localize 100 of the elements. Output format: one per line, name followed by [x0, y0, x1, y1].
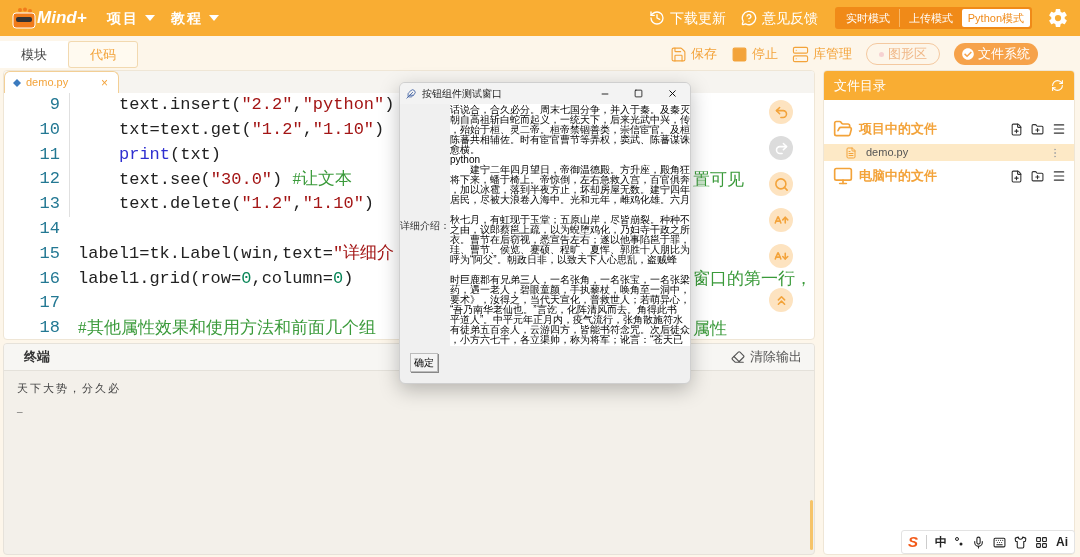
text-line: ，小方六七千，各立渠帅，称为将军；讹言：“苍天已	[450, 335, 685, 345]
stop-icon	[731, 45, 748, 63]
toolbar-button[interactable]: 库管理	[792, 44, 852, 64]
microphone-icon[interactable]	[972, 535, 985, 549]
text-line: 有徒弟五百余人，云游四方，皆能书符念咒。次后徒众	[450, 325, 690, 335]
file-icon	[845, 146, 857, 159]
code-text: print(txt)	[118, 143, 222, 166]
code-text: 属性	[693, 320, 727, 339]
file-tab-label: demo.py	[26, 75, 69, 91]
close-tab-button[interactable]: ×	[101, 73, 108, 92]
line-number: 17	[39, 292, 61, 315]
ime-logo[interactable]: S	[908, 530, 918, 554]
toolbar-button[interactable]: 保存	[670, 44, 717, 64]
keyboard-icon[interactable]	[993, 535, 1006, 549]
line-number: 12	[39, 168, 61, 191]
line-number: 14	[39, 218, 61, 240]
search-icon	[773, 176, 789, 192]
maximize-icon[interactable]	[634, 89, 643, 98]
code-text: label1=tk.Label(win,text="详细介	[77, 242, 395, 265]
text-area[interactable]	[450, 104, 690, 346]
mode-tab[interactable]: 上传模式	[898, 9, 962, 27]
line-number: 15	[39, 242, 61, 265]
menu-icon[interactable]	[1052, 169, 1066, 183]
line-number: 13	[39, 193, 61, 216]
files-panel-title: 文件目录	[834, 76, 886, 95]
terminal-cursor: _	[17, 399, 24, 415]
header-link[interactable]: 下载更新	[648, 7, 726, 29]
text-line: 愈横。	[450, 145, 480, 155]
text-line: 朝自高祖斩白蛇而起义，一统天下，后来光武中兴，传	[450, 115, 690, 125]
code-text: text.delete("1.2","1.10")	[118, 193, 375, 216]
logo-text: Mind+	[37, 7, 87, 30]
save-icon	[670, 45, 687, 63]
line-number: 11	[39, 143, 61, 166]
text-line: 话说合，合久必分。周末七国分争，并入于秦。及秦灭	[450, 105, 690, 115]
file-name: demo.py	[866, 145, 909, 161]
history-icon	[648, 10, 665, 26]
text-line: “吾乃南华老仙也。”言讫，化阵清风而去。角得此书	[450, 305, 678, 315]
text-line: 陈蕃共相辅佐。时有宦官曹节等弄权，窦武、陈蕃谋诛	[450, 135, 690, 145]
menu-button[interactable]: 教程	[170, 7, 219, 29]
text-line: 居民，尽被大浪卷入海中。光和元年，雌鸡化雄。六月	[450, 195, 690, 205]
eraser-icon	[731, 350, 745, 364]
dialog-title: 按钮组件测试窗口	[422, 87, 502, 101]
new-folder-icon[interactable]	[1031, 122, 1044, 136]
ime-label[interactable]: Ai	[1056, 533, 1068, 551]
clear-output-button[interactable]: 清除输出	[731, 347, 802, 367]
mode-tab[interactable]: 实时模式	[836, 9, 899, 27]
new-folder-icon[interactable]	[1031, 169, 1044, 183]
server-icon	[792, 45, 809, 63]
confirm-button[interactable]: 确定	[410, 353, 438, 372]
line-number: 9	[49, 94, 61, 116]
line-number: 16	[39, 267, 61, 290]
header-link[interactable]: 意见反馈	[740, 7, 818, 29]
menu-icon[interactable]	[1052, 122, 1066, 136]
text-line: 呼为“阿父”。朝政日非，以致天下人心思乱，盗贼蜂	[450, 255, 678, 265]
punctuation-icon[interactable]	[955, 537, 964, 547]
view-toggle[interactable]: 文件系统	[954, 43, 1038, 65]
caret-icon	[208, 15, 219, 21]
text-line: 时巨鹿郡有兄弟三人，一名张角，一名张宝，一名张梁	[450, 275, 690, 285]
menu-button[interactable]: 项目	[106, 7, 155, 29]
redo-icon	[773, 140, 789, 156]
logo-mascot-icon	[12, 7, 36, 29]
new-file-icon[interactable]	[1010, 122, 1023, 136]
close-icon[interactable]	[667, 88, 678, 99]
section-title[interactable]: 电脑中的文件	[859, 166, 937, 186]
code-text: text.insert("2.2","python")	[118, 94, 395, 116]
ime-label[interactable]: 中	[935, 533, 947, 551]
python-file-icon	[13, 78, 21, 87]
file-tab[interactable]: demo.py ×	[4, 71, 119, 93]
code-text: text.see("30.0") #让文本	[118, 168, 352, 192]
text-line: 衣。曹节在后窃视，悉宣告左右；遂以他事陷邕于罪，	[450, 235, 690, 245]
view-tab[interactable]: 代码	[68, 41, 138, 68]
undo-icon	[773, 104, 789, 120]
code-text: #其他属性效果和使用方法和前面几个组	[77, 317, 376, 339]
view-tab[interactable]: 模块	[0, 41, 68, 68]
feather-icon	[406, 88, 416, 99]
folder-icon	[833, 119, 853, 139]
grid-icon[interactable]	[1035, 535, 1048, 549]
code-text: 窗口的第一行，	[693, 269, 812, 288]
caret-icon	[144, 15, 155, 21]
field-label: 详细介绍：	[400, 218, 450, 233]
text-line: 之由，议郎蔡邕上疏，以为蜺堕鸡化，乃妇寺干政之所	[450, 225, 690, 235]
text-line: python	[450, 155, 481, 165]
toolbar-button[interactable]: 停止	[731, 44, 778, 64]
mode-tab[interactable]: Python模式	[961, 9, 1030, 27]
shirt-icon[interactable]	[1014, 535, 1027, 549]
monitor-icon	[833, 166, 853, 186]
terminal-output: 天下大势，分久必	[17, 381, 122, 396]
scrollbar-thumb	[810, 500, 813, 550]
text-line: 平道人”。中平元年正月内，疫气流行，张角散施符水	[450, 315, 685, 325]
text-line: 将下来，蟠于椅上。帝惊倒，左右急救入宫，百官俱奔	[450, 175, 690, 185]
text-line: 要术》，汝得之，当代天宣化，普救世人；若萌异心，	[450, 295, 690, 305]
file-item[interactable]: demo.py	[824, 144, 1074, 161]
new-file-icon[interactable]	[1010, 169, 1023, 183]
section-title[interactable]: 项目中的文件	[859, 119, 937, 139]
check-icon	[962, 48, 974, 60]
code-text: label1.grid(row=0,column=0)	[77, 267, 354, 290]
code-text: 置可见	[693, 171, 744, 190]
code-text: txt=text.get("1.2","1.10")	[118, 118, 385, 141]
terminal-title: 终端	[24, 348, 50, 367]
text-line: 药，遇一老人，碧眼童颜，手执藜杖，唤角至一洞中，	[450, 285, 690, 295]
